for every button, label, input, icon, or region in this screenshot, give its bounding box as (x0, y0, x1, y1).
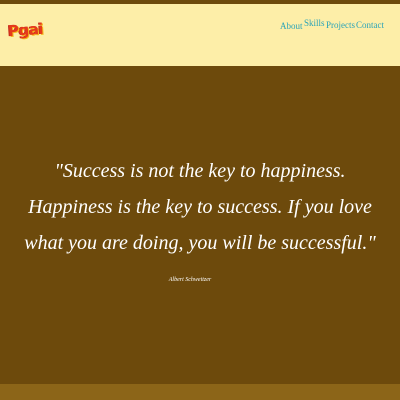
hero-quote: "Success is not the key to happiness. Ha… (24, 160, 376, 254)
footer-strip (0, 384, 400, 400)
nav-link-projects[interactable]: Projects (326, 20, 355, 40)
site-header: Pgai About Skills Projects Contact (0, 4, 400, 66)
site-logo[interactable]: Pgai (7, 20, 43, 40)
quote-author: Albert Schweitzer (168, 277, 212, 283)
nav-link-contact[interactable]: Contact (356, 20, 384, 40)
nav-link-about[interactable]: About (280, 21, 303, 41)
nav-link-skills[interactable]: Skills (304, 18, 325, 38)
